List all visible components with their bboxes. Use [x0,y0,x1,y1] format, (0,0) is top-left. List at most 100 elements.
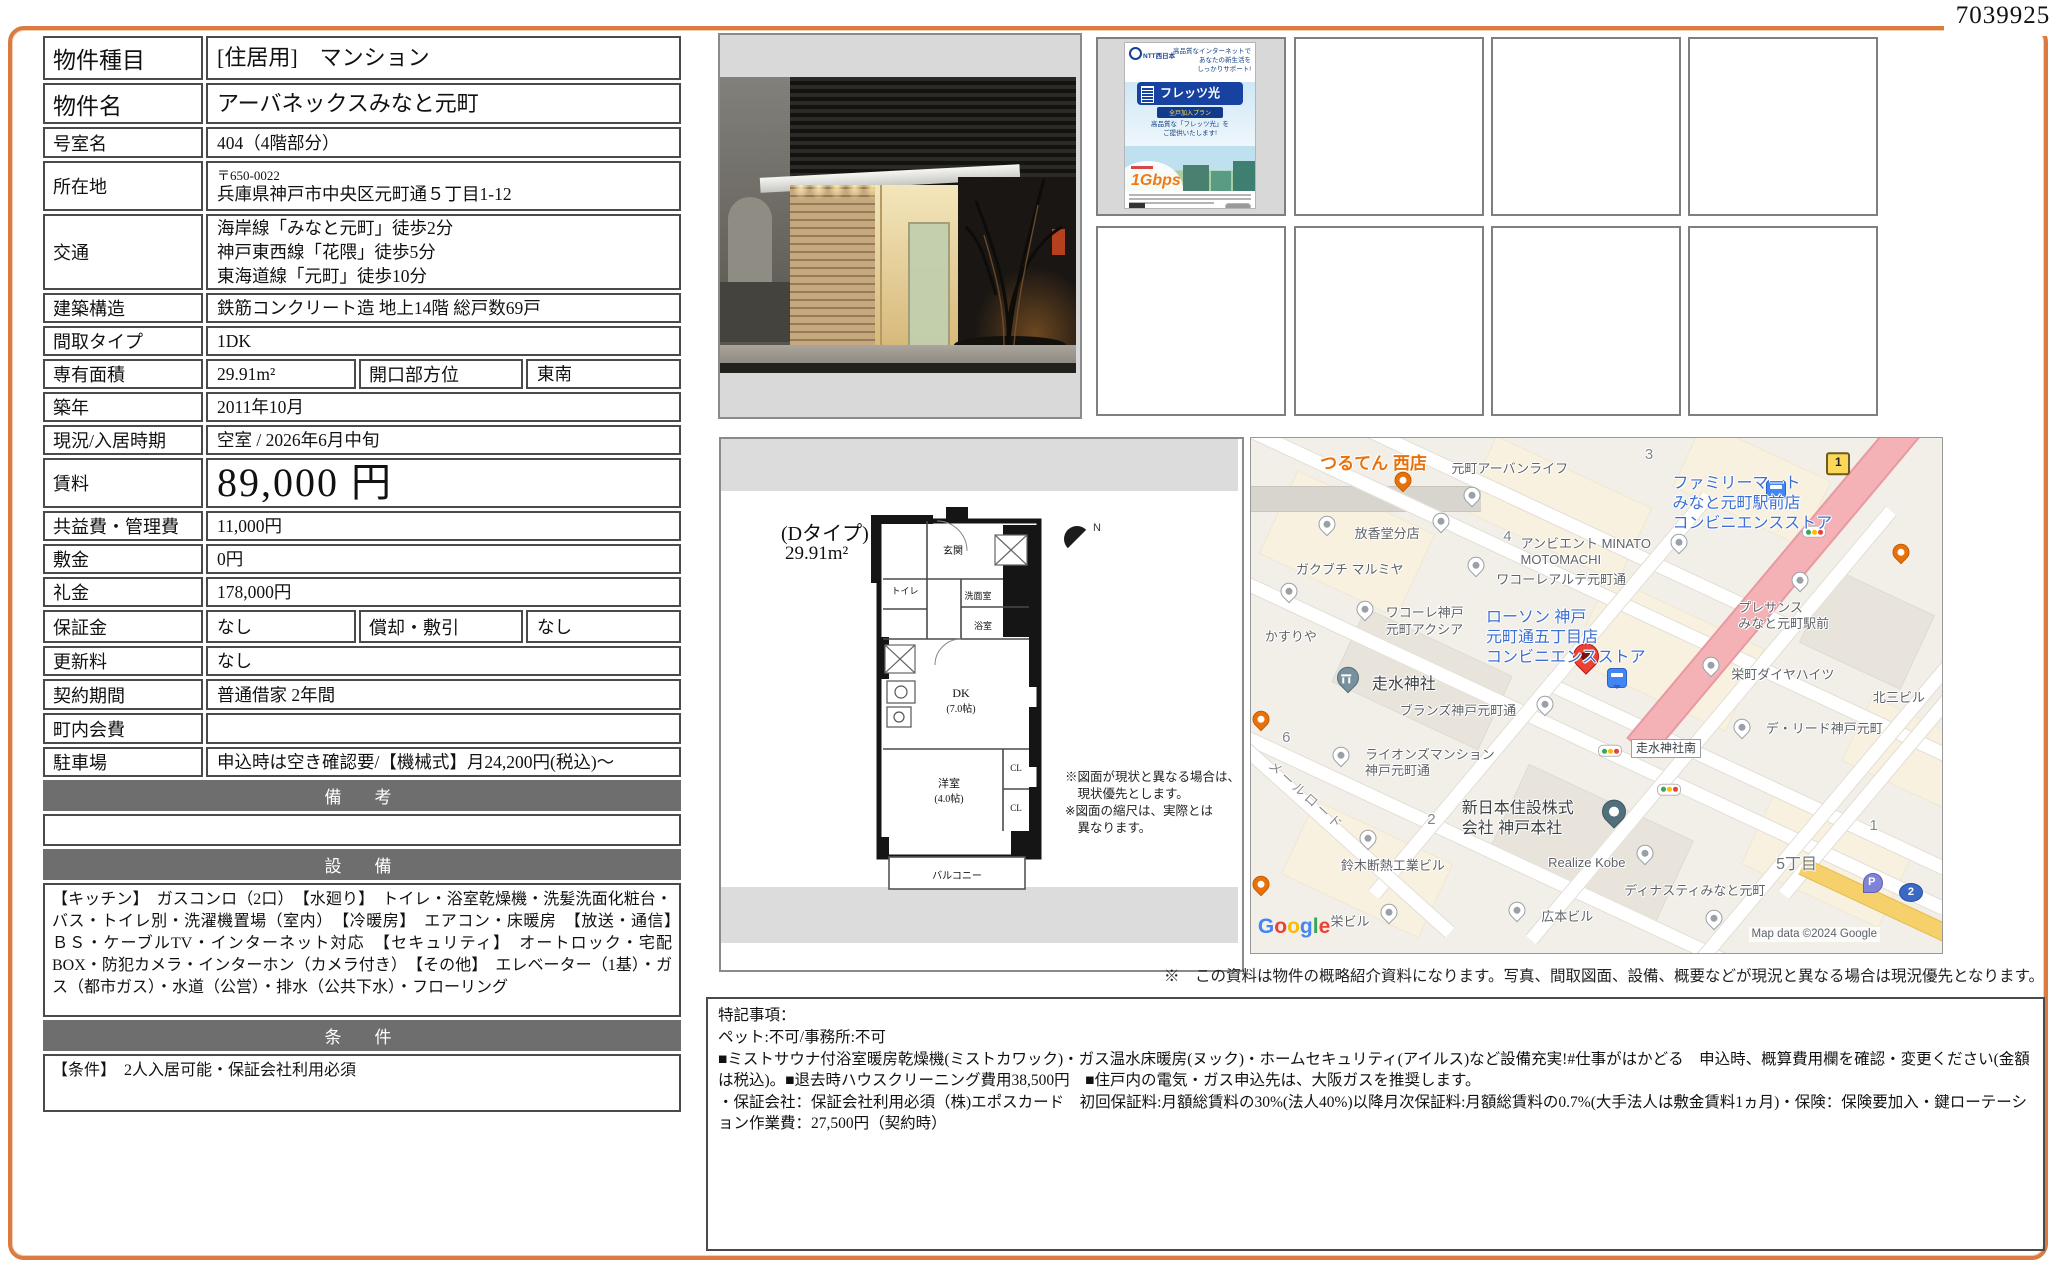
field-value: なし [206,646,681,676]
table-row: 備 考 [43,780,681,811]
table-row: 物件名アーバネックスみなと元町 [43,83,681,124]
map-label: ブランズ神戸元町通 [1400,703,1517,719]
photo-slot-empty [1294,226,1484,416]
field-label: 保証金 [43,610,203,643]
table-row: 条 件 [43,1020,681,1051]
table-row [43,814,681,846]
table-row: 間取タイプ1DK [43,326,681,356]
svg-text:洋室: 洋室 [938,776,960,790]
table-row: 建築構造鉄筋コンクリート造 地上14階 総戸数69戸 [43,293,681,323]
field-value [206,713,681,744]
restaurant-pin-icon [1892,544,1909,561]
route-1-shield-icon: 1 [1826,453,1850,476]
map-label: 4 [1503,528,1511,547]
poi-pin-icon [1636,845,1653,862]
flyer-bottom-badge [1129,203,1145,209]
field-value: 11,000円 [206,511,681,541]
field-label: 開口部方位 [359,359,523,389]
flyer-plan-badge: 全戸加入プラン [1157,107,1223,118]
field-value: 89,000 円 [206,458,681,508]
section-header: 備 考 [43,780,681,811]
map-label: ワコーレアルテ元町通 [1496,572,1626,588]
table-row: 賃料89,000 円 [43,458,681,508]
svg-text:トイレ: トイレ [891,586,918,596]
map-label: 1 [1869,817,1877,836]
field-label: 賃料 [43,458,203,508]
field-value: 申込時は空き確認要/【機械式】月24,200円(税込)～ [206,747,681,777]
flyer-slot: NTT西日本 高品質なインターネットで あなたの新生活を しっかりサポート! フ… [1096,37,1286,216]
map-attribution: Map data ©2024 Google [1749,927,1880,941]
map-label: Realize Kobe [1548,855,1625,871]
svg-text:(7.0帖): (7.0帖) [946,702,975,715]
table-row: 築年2011年10月 [43,392,681,422]
photo-slot-empty [1491,37,1681,216]
map-label: 3 [1645,446,1653,465]
notes-line: ペット:不可/事務所:不可 [718,1027,2033,1048]
field-label: 敷金 [43,544,203,574]
photo-slot-empty [1294,37,1484,216]
field-value: 0円 [206,544,681,574]
field-label: 町内会費 [43,713,203,744]
shrine-pin-icon [1337,667,1359,689]
exterior-photo [718,33,1082,419]
flyer-photo: 1Gbps [1125,146,1255,191]
map-label: ローソン 神戸 元町通五丁目店 コンビニエンスストア [1486,608,1646,668]
flyer-fineprint-red [1131,166,1153,169]
poi-pin-icon [1705,909,1722,926]
svg-text:洗面室: 洗面室 [964,590,991,601]
table-row: 駐車場申込時は空き確認要/【機械式】月24,200円(税込)～ [43,747,681,777]
map-label: プレサンス みなと元町駅前 [1738,600,1829,633]
map-label: 2 [1427,811,1435,830]
map-label: 鈴木断熱工業ビル [1341,858,1445,874]
poi-pin-icon [1319,515,1336,532]
map-label: 新日本住設株式 会社 神戸本社 [1462,799,1574,839]
poi-pin-icon [1281,582,1298,599]
field-value: 〒650-0022兵庫県神戸市中央区元町通５丁目1-12 [206,161,681,211]
table-row: 現況/入居時期空室 / 2026年6月中旬 [43,425,681,455]
flyer-fineprint [1125,191,1255,209]
map-label: 栄ビル [1330,914,1369,930]
map-label: 走水神社南 [1631,739,1701,758]
google-logo: Google [1258,914,1330,940]
map-label: ファミリーマート みなと元町駅前店 コンビニエンスストア [1673,474,1833,534]
tree-silhouette [938,135,1076,353]
notes-line: 特記事項： [718,1005,2033,1026]
flyer-bottom-sign [1225,203,1251,209]
field-value: なし [206,610,356,643]
poi-pin-icon [1702,657,1719,674]
address-line: 兵庫県神戸市中央区元町通５丁目1-12 [217,183,679,205]
internet-flyer: NTT西日本 高品質なインターネットで あなたの新生活を しっかりサポート! フ… [1124,42,1256,209]
field-value: 普通借家 2年間 [206,679,681,710]
field-label: 共益費・管理費 [43,511,203,541]
field-label: 交通 [43,214,203,290]
svg-text:バルコニー: バルコニー [932,870,982,882]
table-row: 交通海岸線「みなと元町」徒歩2分 神戸東西線「花隈」徒歩5分 東海道線「元町」徒… [43,214,681,290]
traffic-signal-icon [1598,745,1622,757]
poi-pin-icon [1733,719,1750,736]
poi-pin-icon [1509,902,1526,919]
poi-pin-icon [1792,572,1809,589]
map-label: ワコーレ神戸 元町アクシア [1386,605,1464,638]
field-value: 空室 / 2026年6月中旬 [206,425,681,455]
section-text [43,814,681,846]
field-label: 更新料 [43,646,203,676]
svg-text:(4.0帖): (4.0帖) [934,792,963,805]
field-value: [住居用] マンション [206,36,681,80]
field-value: 404（4階部分） [206,127,681,158]
map-label: 元町アーバンライフ [1451,461,1568,477]
flyer-speed: 1Gbps [1131,172,1181,190]
field-label: 建築構造 [43,293,203,323]
photo-slot-empty [1096,226,1286,416]
field-label: 専有面積 [43,359,203,389]
map-label: 6 [1282,729,1290,748]
traffic-signal-icon [1657,784,1681,796]
table-row: 保証金なし償却・敷引なし [43,610,681,643]
map-label: 広本ビル [1541,909,1593,925]
convenience-store-pin-icon [1607,668,1627,688]
restaurant-pin-icon [1253,876,1270,893]
table-row: 設 備 [43,849,681,880]
floorplan-drawing: N 玄関 トイレ 洗面室 浴室 DK (7.0帖) 洋室 (4.0帖) CL C… [721,439,1238,966]
field-label: 築年 [43,392,203,422]
map-label: ライオンズマンション 神戸元町通 [1365,747,1495,780]
map-label: 北三ビル [1873,690,1925,706]
